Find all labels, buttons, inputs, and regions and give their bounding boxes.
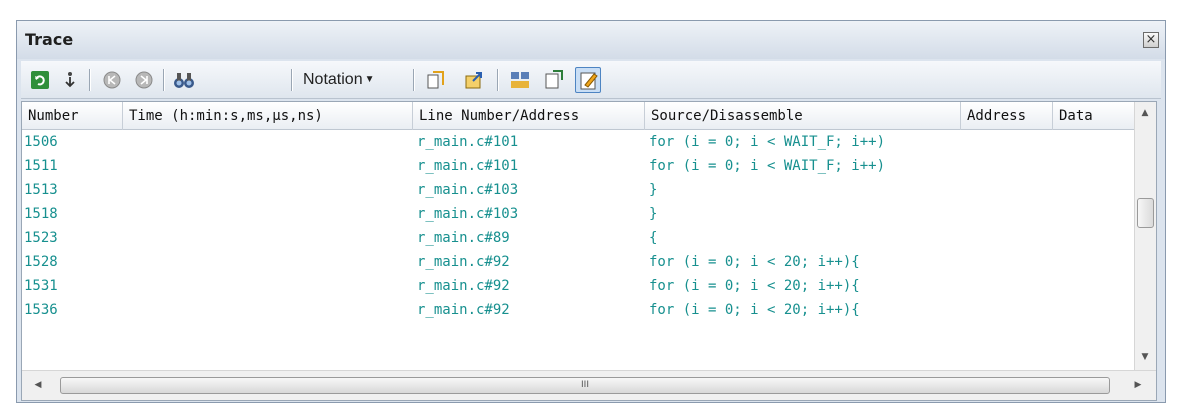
column-header: Number Time (h:min:s,ms,µs,ns) Line Numb… xyxy=(22,102,1136,130)
cell-line: r_main.c#92 xyxy=(417,278,510,294)
toolbar-separator xyxy=(413,69,415,91)
close-icon[interactable]: × xyxy=(1143,32,1159,48)
panel-title: Trace xyxy=(25,30,74,49)
cell-source: for (i = 0; i < WAIT_F; i++) xyxy=(649,158,886,174)
step-icon[interactable] xyxy=(57,67,83,93)
cell-number: 1523 xyxy=(24,230,58,246)
trace-panel: Trace × Notation ▼ Number Time (h:min:s,… xyxy=(16,20,1166,403)
column-data[interactable]: Data xyxy=(1053,102,1136,130)
clear-icon[interactable] xyxy=(541,67,567,93)
scroll-down-icon[interactable]: ▼ xyxy=(1135,352,1155,362)
column-number[interactable]: Number xyxy=(22,102,123,130)
scroll-right-icon[interactable]: ▶ xyxy=(1128,380,1148,390)
export-icon[interactable] xyxy=(461,67,487,93)
toolbar-separator xyxy=(497,69,499,91)
vertical-scroll-thumb[interactable] xyxy=(1137,198,1154,228)
table-row[interactable]: 1518 r_main.c#103 } xyxy=(22,202,1136,226)
cell-source: for (i = 0; i < 20; i++){ xyxy=(649,278,860,294)
table-row[interactable]: 1506 r_main.c#101 for (i = 0; i < WAIT_F… xyxy=(22,130,1136,154)
cell-number: 1536 xyxy=(24,302,58,318)
cell-number: 1513 xyxy=(24,182,58,198)
cell-source: } xyxy=(649,206,658,222)
column-line-address[interactable]: Line Number/Address xyxy=(413,102,645,130)
cell-source: for (i = 0; i < 20; i++){ xyxy=(649,254,860,270)
notation-label: Notation xyxy=(303,71,363,89)
cell-source: { xyxy=(649,230,658,246)
copy-icon[interactable] xyxy=(423,67,449,93)
table-row[interactable]: 1513 r_main.c#103 } xyxy=(22,178,1136,202)
scroll-left-icon[interactable]: ◀ xyxy=(28,380,48,390)
cell-line: r_main.c#103 xyxy=(417,206,519,222)
cell-line: r_main.c#92 xyxy=(417,254,510,270)
mix-display-icon[interactable] xyxy=(507,67,533,93)
table-row[interactable]: 1531 r_main.c#92 for (i = 0; i < 20; i++… xyxy=(22,274,1136,298)
cell-source: for (i = 0; i < 20; i++){ xyxy=(649,302,860,318)
cell-number: 1511 xyxy=(24,158,58,174)
refresh-icon[interactable] xyxy=(27,67,53,93)
toolbar-separator xyxy=(89,69,91,91)
toolbar: Notation ▼ xyxy=(21,61,1161,99)
scroll-up-icon[interactable]: ▲ xyxy=(1135,108,1155,118)
column-source[interactable]: Source/Disassemble xyxy=(645,102,961,130)
table-row[interactable]: 1528 r_main.c#92 for (i = 0; i < 20; i++… xyxy=(22,250,1136,274)
cell-number: 1518 xyxy=(24,206,58,222)
notation-dropdown[interactable]: Notation ▼ xyxy=(303,67,375,93)
horizontal-scrollbar[interactable]: ◀ III ▶ xyxy=(22,370,1156,400)
trace-rows: 1506 r_main.c#101 for (i = 0; i < WAIT_F… xyxy=(22,130,1136,370)
table-row[interactable]: 1511 r_main.c#101 for (i = 0; i < WAIT_F… xyxy=(22,154,1136,178)
table-row[interactable]: 1523 r_main.c#89 { xyxy=(22,226,1136,250)
table-row[interactable]: 1536 r_main.c#92 for (i = 0; i < 20; i++… xyxy=(22,298,1136,322)
cell-line: r_main.c#92 xyxy=(417,302,510,318)
cell-line: r_main.c#89 xyxy=(417,230,510,246)
cell-line: r_main.c#101 xyxy=(417,134,519,150)
cell-source: for (i = 0; i < WAIT_F; i++) xyxy=(649,134,886,150)
title-bar: Trace × xyxy=(17,21,1165,59)
vertical-scrollbar[interactable]: ▲ ▼ xyxy=(1134,102,1156,370)
trace-grid: Number Time (h:min:s,ms,µs,ns) Line Numb… xyxy=(21,101,1157,401)
binoculars-icon[interactable] xyxy=(171,67,197,93)
cell-source: } xyxy=(649,182,658,198)
step-forward-icon[interactable] xyxy=(131,67,157,93)
cell-number: 1531 xyxy=(24,278,58,294)
cell-line: r_main.c#103 xyxy=(417,182,519,198)
toolbar-separator xyxy=(163,69,165,91)
toolbar-separator xyxy=(291,69,293,91)
cell-number: 1506 xyxy=(24,134,58,150)
cell-number: 1528 xyxy=(24,254,58,270)
edit-icon[interactable] xyxy=(575,67,601,93)
column-address[interactable]: Address xyxy=(961,102,1053,130)
column-time[interactable]: Time (h:min:s,ms,µs,ns) xyxy=(123,102,413,130)
chevron-down-icon: ▼ xyxy=(364,74,375,85)
step-back-icon[interactable] xyxy=(99,67,125,93)
cell-line: r_main.c#101 xyxy=(417,158,519,174)
horizontal-scroll-thumb[interactable]: III xyxy=(60,377,1110,394)
